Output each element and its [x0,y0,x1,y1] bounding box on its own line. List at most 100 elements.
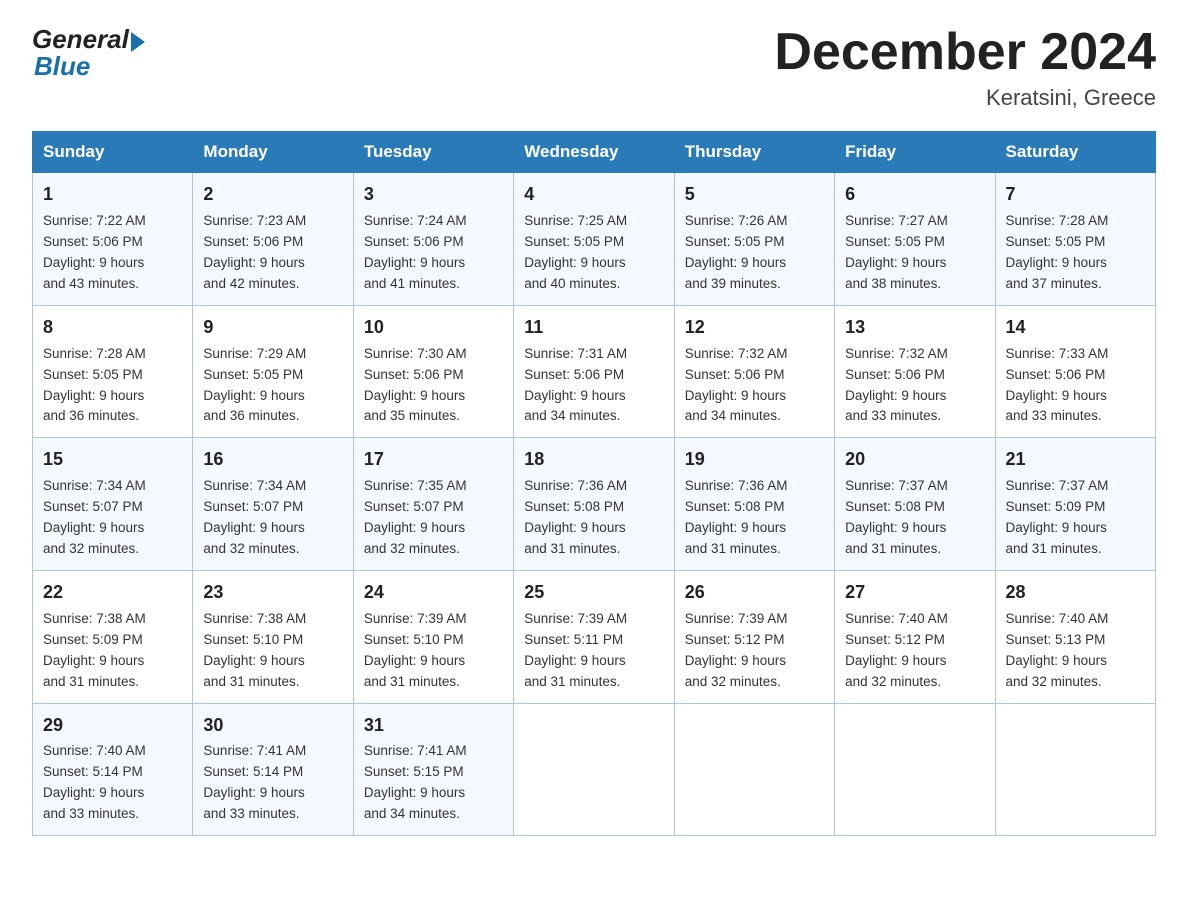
day-number: 8 [43,314,182,342]
calendar-cell: 6Sunrise: 7:27 AMSunset: 5:05 PMDaylight… [835,173,995,306]
calendar-header-row: SundayMondayTuesdayWednesdayThursdayFrid… [33,132,1156,173]
calendar-cell: 4Sunrise: 7:25 AMSunset: 5:05 PMDaylight… [514,173,674,306]
header-saturday: Saturday [995,132,1155,173]
day-info: Sunrise: 7:39 AMSunset: 5:10 PMDaylight:… [364,611,467,689]
calendar-cell [835,703,995,836]
header-tuesday: Tuesday [353,132,513,173]
calendar-cell: 9Sunrise: 7:29 AMSunset: 5:05 PMDaylight… [193,305,353,438]
day-number: 10 [364,314,503,342]
calendar-cell: 24 Sunrise: 7:39 AMSunset: 5:10 PMDayligh… [353,570,513,703]
header-thursday: Thursday [674,132,834,173]
calendar-cell [674,703,834,836]
calendar-cell: 18 Sunrise: 7:36 AMSunset: 5:08 PMDayligh… [514,438,674,571]
day-number: 1 [43,181,182,209]
day-info: Sunrise: 7:38 AMSunset: 5:09 PMDaylight:… [43,611,146,689]
header-monday: Monday [193,132,353,173]
day-info: Sunrise: 7:41 AMSunset: 5:14 PMDaylight:… [203,743,306,821]
day-info: Sunrise: 7:37 AMSunset: 5:08 PMDaylight:… [845,478,948,556]
day-info: Sunrise: 7:36 AMSunset: 5:08 PMDaylight:… [524,478,627,556]
calendar-cell: 19 Sunrise: 7:36 AMSunset: 5:08 PMDayligh… [674,438,834,571]
day-info: Sunrise: 7:31 AMSunset: 5:06 PMDaylight:… [524,346,627,424]
day-info: Sunrise: 7:30 AMSunset: 5:06 PMDaylight:… [364,346,467,424]
calendar-cell: 3 Sunrise: 7:24 AMSunset: 5:06 PMDaylight… [353,173,513,306]
day-number: 13 [845,314,984,342]
page-header: General Blue December 2024 Keratsini, Gr… [32,24,1156,111]
day-number: 2 [203,181,342,209]
day-number: 22 [43,579,182,607]
day-info: Sunrise: 7:22 AMSunset: 5:06 PMDaylight:… [43,213,146,291]
day-number: 27 [845,579,984,607]
day-info: Sunrise: 7:34 AMSunset: 5:07 PMDaylight:… [203,478,306,556]
day-number: 11 [524,314,663,342]
location: Keratsini, Greece [774,85,1156,111]
day-number: 5 [685,181,824,209]
month-title: December 2024 [774,24,1156,81]
day-info: Sunrise: 7:37 AMSunset: 5:09 PMDaylight:… [1006,478,1109,556]
day-number: 30 [203,712,342,740]
calendar-week-row: 22 Sunrise: 7:38 AMSunset: 5:09 PMDayligh… [33,570,1156,703]
day-info: Sunrise: 7:40 AMSunset: 5:13 PMDaylight:… [1006,611,1109,689]
day-number: 26 [685,579,824,607]
day-info: Sunrise: 7:39 AMSunset: 5:11 PMDaylight:… [524,611,627,689]
day-number: 24 [364,579,503,607]
logo-arrow-icon [131,32,145,52]
calendar-cell: 5Sunrise: 7:26 AMSunset: 5:05 PMDaylight… [674,173,834,306]
day-info: Sunrise: 7:32 AMSunset: 5:06 PMDaylight:… [685,346,788,424]
calendar-cell: 17Sunrise: 7:35 AMSunset: 5:07 PMDayligh… [353,438,513,571]
calendar-cell: 30 Sunrise: 7:41 AMSunset: 5:14 PMDayligh… [193,703,353,836]
calendar-week-row: 8 Sunrise: 7:28 AMSunset: 5:05 PMDaylight… [33,305,1156,438]
day-number: 23 [203,579,342,607]
day-info: Sunrise: 7:34 AMSunset: 5:07 PMDaylight:… [43,478,146,556]
day-number: 25 [524,579,663,607]
calendar-cell: 13 Sunrise: 7:32 AMSunset: 5:06 PMDayligh… [835,305,995,438]
day-number: 3 [364,181,503,209]
day-info: Sunrise: 7:36 AMSunset: 5:08 PMDaylight:… [685,478,788,556]
day-number: 19 [685,446,824,474]
calendar-cell: 11 Sunrise: 7:31 AMSunset: 5:06 PMDayligh… [514,305,674,438]
calendar-cell: 2 Sunrise: 7:23 AMSunset: 5:06 PMDaylight… [193,173,353,306]
day-number: 28 [1006,579,1145,607]
day-info: Sunrise: 7:41 AMSunset: 5:15 PMDaylight:… [364,743,467,821]
calendar-cell: 15 Sunrise: 7:34 AMSunset: 5:07 PMDayligh… [33,438,193,571]
calendar-cell: 25 Sunrise: 7:39 AMSunset: 5:11 PMDayligh… [514,570,674,703]
calendar-cell [995,703,1155,836]
day-info: Sunrise: 7:40 AMSunset: 5:14 PMDaylight:… [43,743,146,821]
day-info: Sunrise: 7:28 AMSunset: 5:05 PMDaylight:… [43,346,146,424]
header-wednesday: Wednesday [514,132,674,173]
calendar-cell: 23Sunrise: 7:38 AMSunset: 5:10 PMDayligh… [193,570,353,703]
day-number: 18 [524,446,663,474]
day-number: 6 [845,181,984,209]
calendar-cell: 20 Sunrise: 7:37 AMSunset: 5:08 PMDayligh… [835,438,995,571]
day-info: Sunrise: 7:23 AMSunset: 5:06 PMDaylight:… [203,213,306,291]
calendar-week-row: 15 Sunrise: 7:34 AMSunset: 5:07 PMDayligh… [33,438,1156,571]
day-number: 29 [43,712,182,740]
calendar-cell: 16Sunrise: 7:34 AMSunset: 5:07 PMDayligh… [193,438,353,571]
day-info: Sunrise: 7:29 AMSunset: 5:05 PMDaylight:… [203,346,306,424]
calendar-cell: 31 Sunrise: 7:41 AMSunset: 5:15 PMDayligh… [353,703,513,836]
day-info: Sunrise: 7:33 AMSunset: 5:06 PMDaylight:… [1006,346,1109,424]
calendar-cell: 1 Sunrise: 7:22 AMSunset: 5:06 PMDaylight… [33,173,193,306]
day-number: 12 [685,314,824,342]
day-info: Sunrise: 7:28 AMSunset: 5:05 PMDaylight:… [1006,213,1109,291]
calendar-cell: 26Sunrise: 7:39 AMSunset: 5:12 PMDayligh… [674,570,834,703]
header-friday: Friday [835,132,995,173]
calendar-cell: 14 Sunrise: 7:33 AMSunset: 5:06 PMDayligh… [995,305,1155,438]
header-sunday: Sunday [33,132,193,173]
calendar-cell: 29 Sunrise: 7:40 AMSunset: 5:14 PMDayligh… [33,703,193,836]
day-number: 15 [43,446,182,474]
day-number: 17 [364,446,503,474]
day-number: 14 [1006,314,1145,342]
calendar-week-row: 29 Sunrise: 7:40 AMSunset: 5:14 PMDayligh… [33,703,1156,836]
calendar-cell: 8 Sunrise: 7:28 AMSunset: 5:05 PMDaylight… [33,305,193,438]
day-number: 31 [364,712,503,740]
calendar-table: SundayMondayTuesdayWednesdayThursdayFrid… [32,131,1156,836]
day-number: 4 [524,181,663,209]
day-info: Sunrise: 7:32 AMSunset: 5:06 PMDaylight:… [845,346,948,424]
calendar-cell: 28 Sunrise: 7:40 AMSunset: 5:13 PMDayligh… [995,570,1155,703]
day-info: Sunrise: 7:24 AMSunset: 5:06 PMDaylight:… [364,213,467,291]
logo: General Blue [32,24,145,82]
title-block: December 2024 Keratsini, Greece [774,24,1156,111]
calendar-cell: 7Sunrise: 7:28 AMSunset: 5:05 PMDaylight… [995,173,1155,306]
calendar-cell: 21Sunrise: 7:37 AMSunset: 5:09 PMDayligh… [995,438,1155,571]
day-number: 20 [845,446,984,474]
